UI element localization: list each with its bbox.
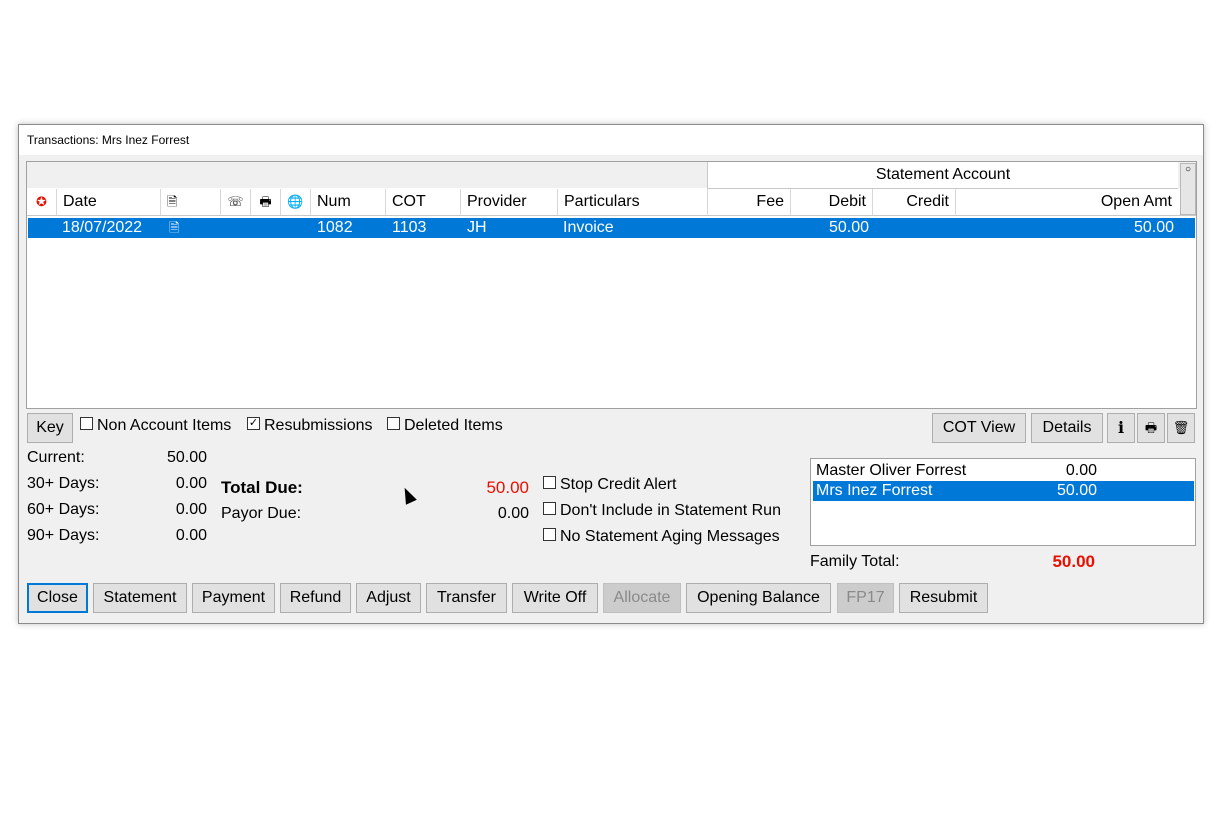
print-icon[interactable]: 🖶 — [251, 189, 281, 215]
30-days-value: 0.00 — [175, 475, 207, 492]
payor-due-value: 0.00 — [497, 505, 529, 522]
window-title: Transactions: Mrs Inez Forrest — [27, 133, 190, 147]
current-label: Current: — [27, 449, 85, 466]
payor-due-label: Payor Due: — [221, 505, 302, 522]
close-button[interactable]: Close — [27, 583, 88, 613]
column-date[interactable]: Date — [57, 189, 161, 215]
row-debit: 50.00 — [828, 219, 869, 236]
30-days-label: 30+ Days: — [27, 475, 100, 492]
row-particulars: Invoice — [563, 219, 614, 236]
table-row[interactable]: 18/07/2022 🗎 1082 1103 JH Invoice 50.00 … — [28, 218, 1195, 238]
row-open-amt: 50.00 — [1133, 219, 1174, 236]
row-cot: 1103 — [392, 219, 427, 236]
column-debit[interactable]: Debit — [791, 189, 873, 215]
60-days-label: 60+ Days: — [27, 501, 100, 518]
statement-account-band: Statement Account — [707, 162, 1178, 189]
transactions-window: Transactions: Mrs Inez Forrest Statement… — [18, 124, 1204, 624]
checkbox-label: No Statement Aging Messages — [560, 528, 780, 545]
family-member-list[interactable]: Master Oliver Forrest 0.00 Mrs Inez Forr… — [810, 458, 1196, 546]
resubmissions-checkbox[interactable]: ✓ Resubmissions — [247, 416, 372, 436]
row-date: 18/07/2022 — [62, 219, 143, 236]
fp17-button[interactable]: FP17 — [837, 583, 894, 613]
family-total-label: Family Total: — [810, 553, 900, 570]
scroll-toggle[interactable]: ○ — [1180, 163, 1196, 215]
document-icon[interactable]: 🗎 — [161, 189, 221, 215]
60-days-value: 0.00 — [175, 501, 207, 518]
member-amount: 0.00 — [1065, 462, 1097, 479]
allocate-button[interactable]: Allocate — [603, 583, 681, 613]
checkbox-box — [387, 417, 400, 431]
member-name: Master Oliver Forrest — [816, 462, 967, 479]
total-due-label: Total Due: — [221, 478, 303, 497]
checkbox-label: Deleted Items — [404, 417, 503, 434]
column-particulars[interactable]: Particulars — [558, 189, 708, 215]
checkbox-box — [80, 417, 93, 431]
column-cot[interactable]: COT — [386, 189, 461, 215]
90-days-label: 90+ Days: — [27, 527, 100, 544]
info-button[interactable]: i — [1107, 413, 1135, 443]
checkbox-label: Stop Credit Alert — [560, 476, 677, 493]
statement-button[interactable]: Statement — [93, 583, 187, 613]
checkbox-label: Non Account Items — [97, 417, 232, 434]
checkbox-label: Resubmissions — [264, 417, 373, 434]
member-amount: 50.00 — [1056, 482, 1097, 499]
print-button[interactable]: 🖶 — [1137, 413, 1165, 443]
row-fee — [708, 218, 786, 238]
opening-balance-button[interactable]: Opening Balance — [686, 583, 831, 613]
cot-view-button[interactable]: COT View — [932, 413, 1026, 443]
column-header-row: ✪ Date 🗎 ☏ 🖶 🌐 Num COT Provider Particul… — [27, 189, 1196, 216]
alert-icon[interactable]: ✪ — [27, 189, 57, 215]
90-days-value: 0.00 — [175, 527, 207, 544]
row-credit — [873, 218, 951, 238]
column-fee[interactable]: Fee — [708, 189, 791, 215]
checkbox-box — [543, 528, 556, 542]
column-open-amt[interactable]: Open Amt — [956, 189, 1178, 215]
column-credit[interactable]: Credit — [873, 189, 956, 215]
column-provider[interactable]: Provider — [461, 189, 558, 215]
key-button[interactable]: Key — [27, 413, 73, 443]
resubmit-button[interactable]: Resubmit — [899, 583, 988, 613]
globe-icon[interactable]: 🌐 — [281, 189, 311, 215]
no-statement-aging-messages-checkbox[interactable]: No Statement Aging Messages — [543, 527, 780, 547]
checkbox-box: ✓ — [247, 417, 260, 431]
payment-button[interactable]: Payment — [192, 583, 275, 613]
stop-credit-alert-checkbox[interactable]: Stop Credit Alert — [543, 475, 677, 495]
details-button[interactable]: Details — [1031, 413, 1103, 443]
row-num: 1082 — [317, 219, 353, 236]
non-account-items-checkbox[interactable]: Non Account Items — [80, 416, 231, 436]
row-provider: JH — [467, 219, 487, 236]
refund-button[interactable]: Refund — [280, 583, 351, 613]
transfer-button[interactable]: Transfer — [426, 583, 507, 613]
write-off-button[interactable]: Write Off — [512, 583, 598, 613]
checkbox-box — [543, 476, 556, 490]
transactions-grid[interactable]: Statement Account ✪ Date 🗎 ☏ 🖶 🌐 Num COT… — [26, 161, 1197, 409]
adjust-button[interactable]: Adjust — [356, 583, 421, 613]
column-num[interactable]: Num — [311, 189, 386, 215]
phone-icon[interactable]: ☏ — [221, 189, 251, 215]
checkbox-label: Don't Include in Statement Run — [560, 502, 781, 519]
current-value: 50.00 — [166, 449, 207, 466]
total-due-value: 50.00 — [486, 478, 529, 497]
family-total-value: 50.00 — [1052, 552, 1095, 571]
dont-include-statement-run-checkbox[interactable]: Don't Include in Statement Run — [543, 501, 781, 521]
list-item[interactable]: Master Oliver Forrest 0.00 — [813, 461, 1194, 481]
deleted-items-checkbox[interactable]: Deleted Items — [387, 416, 503, 436]
row-document-icon: 🗎 — [169, 220, 180, 235]
title-bar: Transactions: Mrs Inez Forrest — [19, 125, 1203, 155]
list-item-selected[interactable]: Mrs Inez Forrest 50.00 — [813, 481, 1194, 501]
header-band: Statement Account — [27, 162, 1196, 189]
delete-button[interactable]: 🗑 — [1167, 413, 1195, 443]
member-name: Mrs Inez Forrest — [816, 482, 933, 499]
checkbox-box — [543, 502, 556, 516]
